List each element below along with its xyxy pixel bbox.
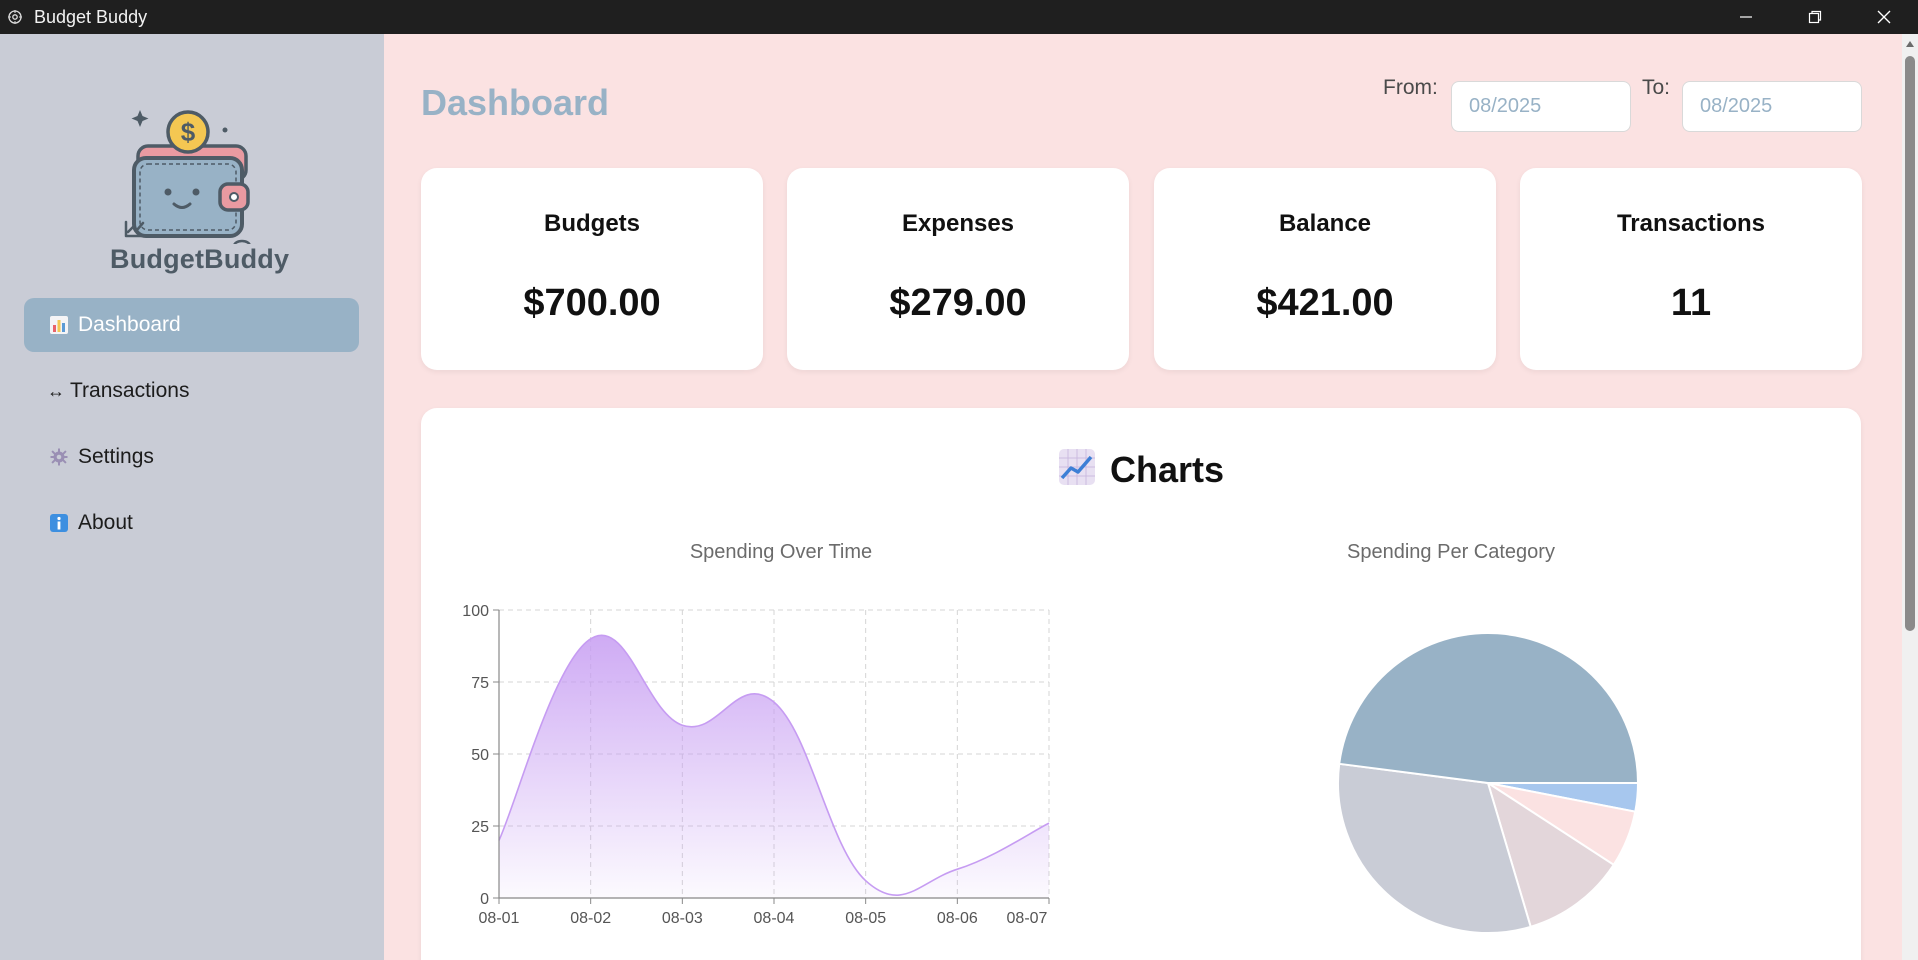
card-label: Balance — [1278, 210, 1372, 237]
sidebar-item-settings[interactable]: Settings — [24, 430, 359, 484]
pie-chart-title: Spending Per Category — [1347, 541, 1555, 563]
card-value: $279.00 — [889, 282, 1027, 324]
card-label: Transactions — [1616, 210, 1766, 237]
main-content: Dashboard From: To: Budgets $700.00 Expe… — [384, 34, 1902, 960]
x-tick-label: 08-03 — [662, 910, 703, 927]
x-tick-label: 08-01 — [479, 910, 520, 927]
app-icon — [6, 8, 24, 26]
charts-heading: Charts — [421, 448, 1861, 491]
budgets-card: Budgets $700.00 — [421, 168, 763, 370]
sidebar-item-transactions[interactable]: ↔ Transactions — [24, 364, 359, 418]
to-label: To: — [1642, 76, 1671, 99]
transactions-card: Transactions 11 — [1520, 168, 1862, 370]
card-label: Expenses — [901, 210, 1015, 237]
y-tick-label: 50 — [471, 747, 489, 764]
gear-icon — [48, 446, 70, 468]
charts-heading-text: Charts — [1109, 448, 1225, 490]
sidebar-nav: Dashboard ↔ Transactions Settings About — [24, 298, 359, 562]
card-value: $421.00 — [1256, 282, 1394, 324]
spending-per-category-chart: EntertainmentFashionFoodGroceriesTranspo… — [1337, 632, 1640, 934]
x-tick-label: 08-04 — [754, 910, 795, 927]
to-date-input[interactable] — [1682, 81, 1862, 132]
summary-cards: Budgets $700.00 Expenses $279.00 Balance… — [421, 168, 1862, 370]
sidebar-item-label: Dashboard — [78, 313, 181, 336]
restore-icon — [1808, 10, 1821, 24]
sidebar-item-dashboard[interactable]: Dashboard — [24, 298, 359, 352]
sidebar-item-label: Transactions — [70, 379, 190, 402]
chart-increasing-icon — [1058, 448, 1096, 491]
wallet-logo-icon: $ — [124, 110, 252, 253]
from-date-input[interactable] — [1451, 81, 1631, 132]
from-label: From: — [1383, 76, 1438, 99]
window-controls — [1711, 0, 1918, 34]
x-tick-label: 08-07 — [1007, 910, 1048, 927]
x-tick-label: 08-05 — [845, 910, 886, 927]
app-logo: $ BudgetBuddy — [110, 74, 290, 284]
info-icon — [48, 512, 70, 534]
y-tick-label: 0 — [480, 891, 489, 908]
x-tick-label: 08-02 — [570, 910, 611, 927]
vertical-scrollbar[interactable] — [1902, 34, 1918, 960]
sidebar-item-label: Settings — [78, 445, 154, 468]
scroll-up-arrow-icon[interactable] — [1902, 36, 1918, 52]
logo-text: BudgetBuddy — [110, 244, 290, 274]
spending-over-time-chart: 0 25 50 75 100 08-01 08-02 08-03 08-04 08-05 08-06… — [462, 603, 1050, 927]
expenses-card: Expenses $279.00 — [787, 168, 1129, 370]
line-chart-title: Spending Over Time — [689, 541, 873, 563]
svg-text:$: $ — [181, 117, 196, 147]
card-value: 11 — [1670, 282, 1712, 324]
page-title: Dashboard — [421, 82, 610, 123]
minimize-icon — [1739, 16, 1752, 18]
sidebar-item-about[interactable]: About — [24, 496, 359, 550]
close-icon — [1877, 10, 1890, 24]
pie-slice-food[interactable] — [1338, 632, 1640, 784]
card-label: Budgets — [544, 210, 640, 237]
y-tick-label: 25 — [471, 819, 489, 836]
charts-panel: Charts Spending Over Time 0 25 50 75 100 08-0… — [421, 408, 1861, 960]
restore-button[interactable] — [1780, 0, 1849, 34]
x-tick-label: 08-06 — [937, 910, 978, 927]
balance-card: Balance $421.00 — [1154, 168, 1496, 370]
y-tick-label: 75 — [471, 675, 489, 692]
scrollbar-thumb[interactable] — [1905, 56, 1915, 631]
minimize-button[interactable] — [1711, 0, 1780, 34]
card-value: $700.00 — [523, 282, 661, 324]
sidebar-item-label: About — [78, 511, 133, 534]
sidebar: $ BudgetBuddy Dashboard ↔ Transactions S… — [0, 34, 384, 960]
close-button[interactable] — [1849, 0, 1918, 34]
window-title: Budget Buddy — [34, 6, 148, 27]
left-right-arrow-icon: ↔ — [47, 380, 65, 401]
bar-chart-icon — [48, 314, 70, 336]
y-tick-label: 100 — [462, 603, 489, 620]
title-bar: Budget Buddy — [0, 0, 1918, 34]
